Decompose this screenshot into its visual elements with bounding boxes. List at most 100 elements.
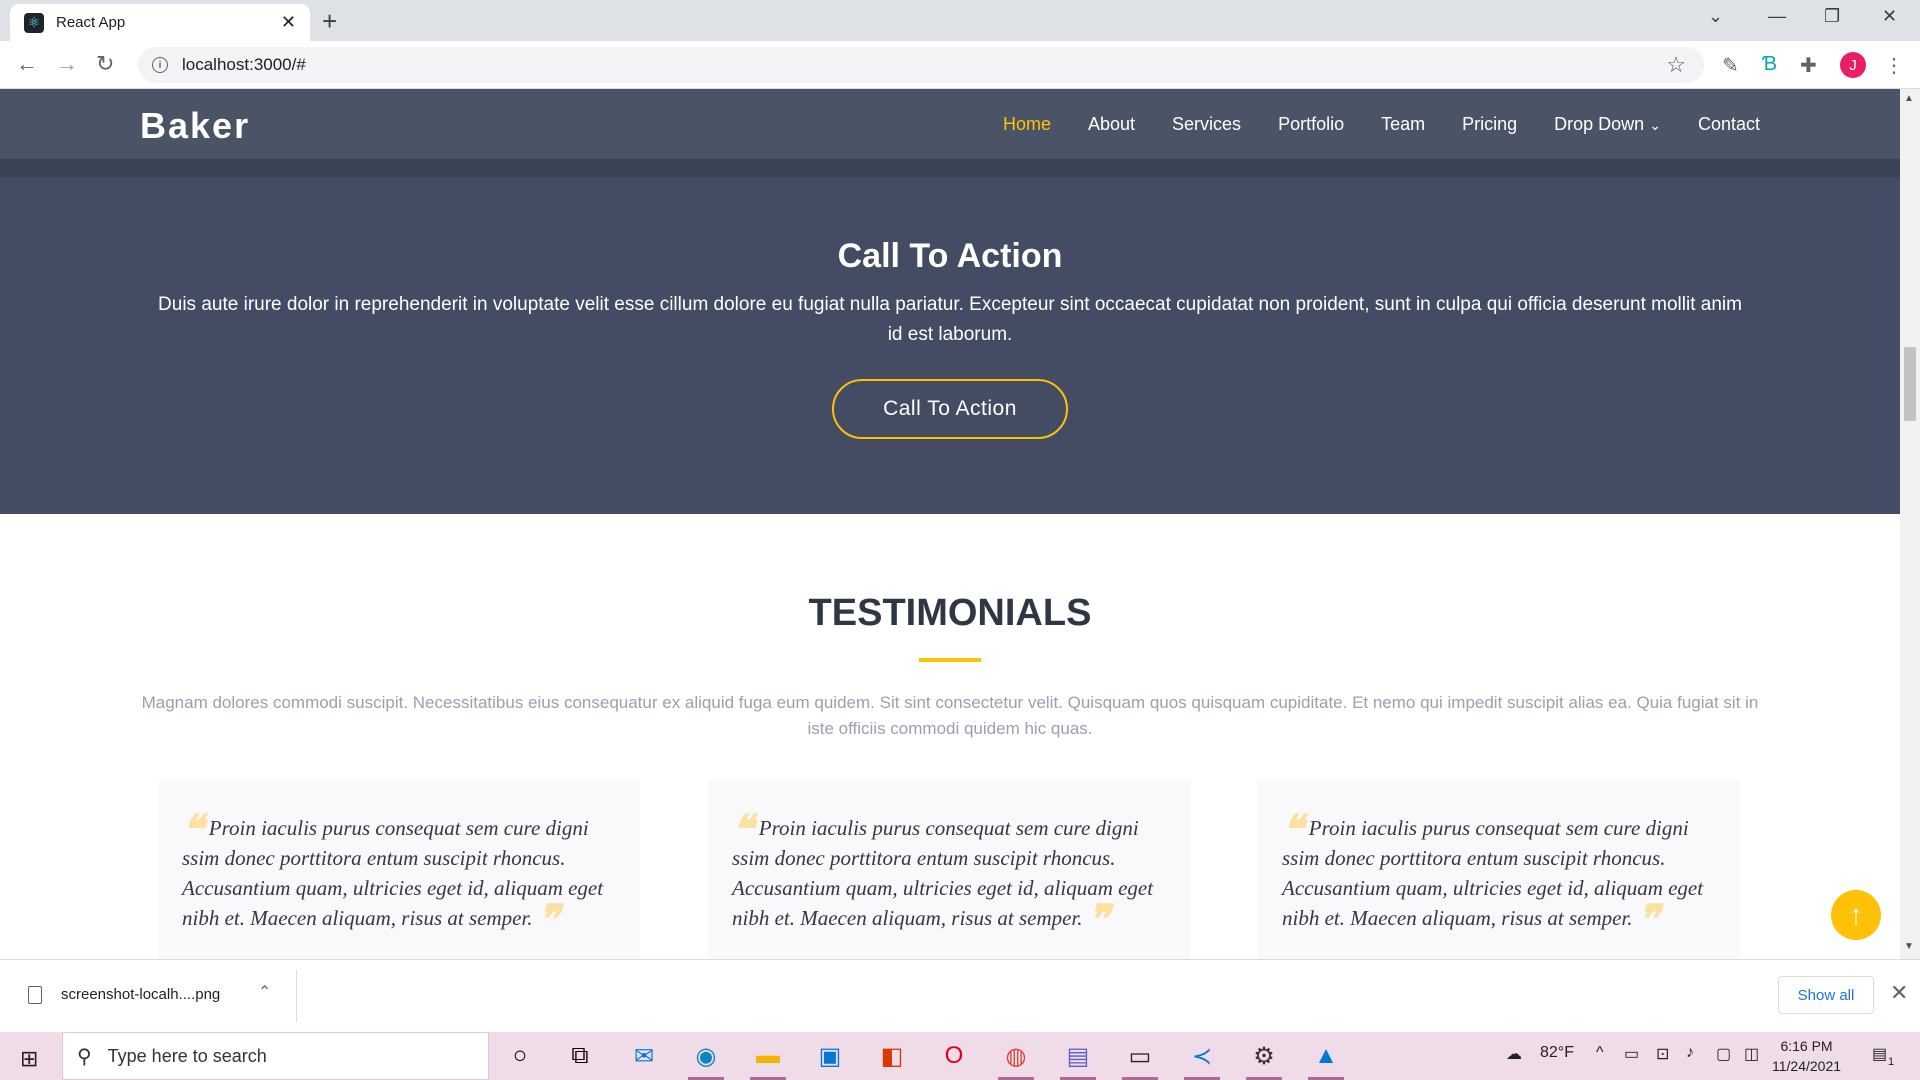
scroll-down-icon[interactable]: ▼ <box>1904 941 1914 952</box>
url-text[interactable]: localhost:3000/# <box>182 55 306 75</box>
puzzle-icon[interactable]: ✚ <box>1800 53 1817 78</box>
opera-icon[interactable]: O <box>934 1038 974 1074</box>
menu-dots-icon[interactable]: ⋮ <box>1884 53 1904 78</box>
notification-icon[interactable]: ▤ <box>1872 1044 1887 1064</box>
site-header: Baker Home About Services Portfolio Team… <box>0 89 1900 159</box>
cta-title: Call To Action <box>837 237 1063 275</box>
clock[interactable]: 6:16 PM 11/24/2021 <box>1772 1036 1841 1076</box>
page-scrollbar[interactable]: ▲ ▼ <box>1900 89 1920 959</box>
nav-dropdown[interactable]: Drop Down ⌄ <box>1554 114 1661 135</box>
avatar[interactable]: J <box>1840 52 1866 78</box>
download-bar: screenshot-localh....png ⌃ Show all ✕ <box>0 959 1920 1032</box>
wifi-icon[interactable]: ◫ <box>1744 1044 1759 1064</box>
vscode-icon[interactable]: ≺ <box>1182 1038 1222 1080</box>
browser-tab-bar: ⚛ React App ✕ + ⌄ — ❐ ✕ <box>0 0 1920 41</box>
reload-button[interactable]: ↻ <box>96 51 114 77</box>
nav-team[interactable]: Team <box>1381 114 1425 135</box>
settings-gear-icon[interactable]: ⚙ <box>1244 1038 1284 1080</box>
scroll-thumb[interactable] <box>1904 347 1916 421</box>
back-to-top-button[interactable]: ↑ <box>1831 890 1881 940</box>
volume-icon[interactable]: ♪ <box>1686 1044 1694 1062</box>
edge-icon[interactable]: ◉ <box>686 1038 726 1080</box>
show-all-button[interactable]: Show all <box>1778 976 1874 1014</box>
task-view-icon[interactable]: ⧉ <box>560 1038 600 1074</box>
tab-search-icon[interactable]: ⌄ <box>1708 6 1723 27</box>
quote-close-icon: ❞ <box>1087 897 1110 943</box>
react-icon: ⚛ <box>24 12 44 33</box>
mail-icon[interactable]: ✉ <box>624 1038 664 1074</box>
nav-about[interactable]: About <box>1088 114 1135 135</box>
testimonials-description: Magnam dolores commodi suscipit. Necessi… <box>141 693 1759 738</box>
close-tab-icon[interactable]: ✕ <box>281 12 296 33</box>
forward-button[interactable]: → <box>56 51 78 77</box>
restore-button[interactable]: ❐ <box>1824 6 1840 27</box>
header-divider <box>0 159 1900 177</box>
terminal-icon[interactable]: ▭ <box>1120 1038 1160 1080</box>
store-icon[interactable]: ▣ <box>810 1038 850 1074</box>
file-icon <box>28 986 42 1004</box>
windows-start-icon[interactable]: ⊞ <box>20 1046 38 1072</box>
nav-contact[interactable]: Contact <box>1698 114 1760 135</box>
clock-time: 6:16 PM <box>1780 1038 1833 1054</box>
file-explorer-icon[interactable]: ▬ <box>748 1038 788 1080</box>
cta-section: Call To Action Duis aute irure dolor in … <box>0 177 1900 514</box>
browser-tab[interactable]: ⚛ React App ✕ <box>10 4 310 41</box>
scroll-up-icon[interactable]: ▲ <box>1904 93 1914 104</box>
search-placeholder: Type here to search <box>107 1045 267 1066</box>
chevron-up-icon[interactable]: ⌃ <box>258 982 271 1002</box>
browser-toolbar: ← → ↻ i localhost:3000/# ☆ ✎ Ɓ ✚ ⋮ <box>0 41 1920 89</box>
minimize-button[interactable]: — <box>1768 6 1786 27</box>
cta-button[interactable]: Call To Action <box>832 379 1068 439</box>
title-underline <box>919 658 981 662</box>
extension-icon[interactable]: Ɓ <box>1762 53 1777 76</box>
testimonial-text-block: ❝ Proin iaculis purus consequat sem cure… <box>732 810 1172 940</box>
testimonial-card: ❝ Proin iaculis purus consequat sem cure… <box>1258 781 1740 959</box>
weather-icon[interactable]: ☁ <box>1506 1044 1522 1064</box>
network-icon[interactable]: ⊡ <box>1656 1044 1669 1064</box>
chevron-up-icon[interactable]: ^ <box>1596 1044 1604 1062</box>
testimonial-card: ❝ Proin iaculis purus consequat sem cure… <box>158 781 640 959</box>
arrow-up-icon: ↑ <box>1849 899 1863 930</box>
testimonials-section: TESTIMONIALS Magnam dolores commodi susc… <box>0 514 1900 959</box>
nav-home[interactable]: Home <box>1003 114 1051 135</box>
weather-temp[interactable]: 82°F <box>1540 1044 1574 1062</box>
info-icon[interactable]: i <box>152 57 168 73</box>
close-icon[interactable]: ✕ <box>1890 980 1908 1006</box>
photos-icon[interactable]: ▲ <box>1306 1038 1346 1080</box>
chevron-down-icon: ⌄ <box>1649 117 1661 133</box>
teams-icon[interactable]: ▤ <box>1058 1038 1098 1080</box>
page-viewport: Baker Home About Services Portfolio Team… <box>0 89 1900 959</box>
cortana-icon[interactable]: ○ <box>500 1038 540 1074</box>
tab-title: React App <box>56 14 126 31</box>
display-icon[interactable]: ▢ <box>1716 1044 1731 1064</box>
windows-taskbar: ⊞ ⚲ Type here to search ○ ⧉ ✉ ◉ ▬ ▣ ◧ O … <box>0 1032 1920 1080</box>
extension-icon[interactable]: ✎ <box>1722 53 1739 78</box>
battery-icon[interactable]: ▭ <box>1624 1044 1639 1064</box>
nav-dropdown-label: Drop Down <box>1554 114 1645 134</box>
notification-count: 1 <box>1888 1056 1895 1068</box>
testimonial-card: ❝ Proin iaculis purus consequat sem cure… <box>708 781 1190 959</box>
testimonials-title: TESTIMONIALS <box>808 592 1092 634</box>
bookmark-star-icon[interactable]: ☆ <box>1666 52 1686 78</box>
nav-pricing[interactable]: Pricing <box>1462 114 1517 135</box>
cta-text: Duis aute irure dolor in reprehenderit i… <box>158 294 1742 345</box>
nav-portfolio[interactable]: Portfolio <box>1278 114 1344 135</box>
chrome-icon[interactable]: ◍ <box>996 1038 1036 1080</box>
quote-close-icon: ❞ <box>537 897 560 943</box>
download-file-name[interactable]: screenshot-localh....png <box>61 986 220 1003</box>
search-icon: ⚲ <box>77 1045 92 1068</box>
clock-date: 11/24/2021 <box>1772 1058 1842 1074</box>
office-icon[interactable]: ◧ <box>872 1038 912 1074</box>
site-logo[interactable]: Baker <box>140 105 250 147</box>
close-window-button[interactable]: ✕ <box>1882 6 1897 27</box>
quote-close-icon: ❞ <box>1637 897 1660 943</box>
taskbar-search[interactable]: ⚲ Type here to search <box>62 1032 489 1080</box>
main-nav: Home About Services Portfolio Team Prici… <box>1003 114 1760 135</box>
back-button[interactable]: ← <box>16 51 38 77</box>
new-tab-button[interactable]: + <box>322 6 337 37</box>
address-bar[interactable]: i localhost:3000/# ☆ <box>138 47 1704 83</box>
testimonial-text-block: ❝ Proin iaculis purus consequat sem cure… <box>182 810 622 940</box>
testimonial-text-block: ❝ Proin iaculis purus consequat sem cure… <box>1282 810 1722 940</box>
divider <box>296 970 297 1022</box>
nav-services[interactable]: Services <box>1172 114 1241 135</box>
